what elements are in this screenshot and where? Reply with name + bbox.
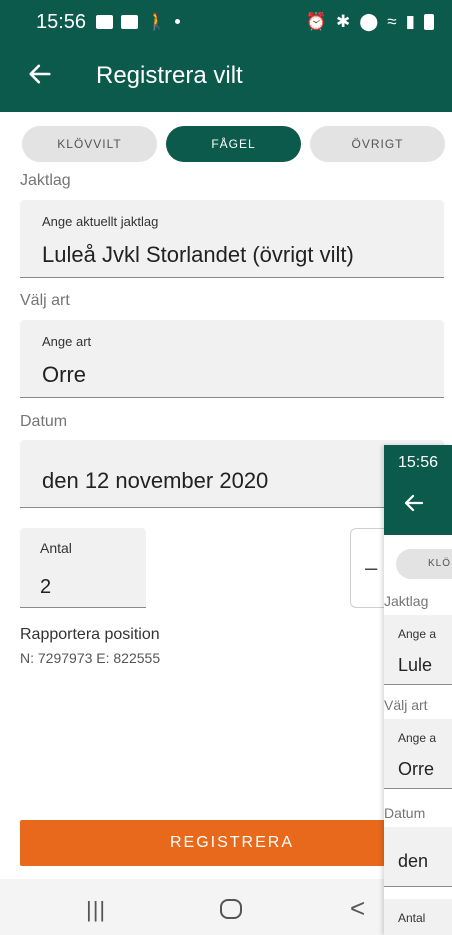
alarm-icon: ⏰ [305,12,328,31]
location-icon: ⬤ [359,12,379,31]
overlay-art-value: Orre [398,759,434,779]
overlay-status-time: 15:56 [398,454,439,471]
mail-icon [96,14,113,29]
overlay-datum-field[interactable]: den [384,827,452,887]
art-field-value: Orre [42,362,86,387]
overlay-section-valj-art: Välj art [384,697,428,713]
position-title: Rapportera position [20,626,160,643]
arrow-left-icon[interactable] [26,60,54,88]
overlay-jaktlag-field[interactable]: Ange a Lule [384,615,452,685]
overlay-app-bar [384,481,452,535]
overlay-jaktlag-value: Lule [398,655,433,675]
jaktlag-field-value: Luleå Jvkl Storlandet (övrigt vilt) [42,242,354,267]
tab-ovrigt[interactable]: ÖVRIGT [310,126,445,162]
overlay-jaktlag-label: Ange a [398,627,437,641]
image-icon [121,14,138,29]
battery-icon [424,13,434,30]
walking-icon: 🚶 [146,12,168,31]
app-bar: Registrera vilt [0,44,452,112]
art-field-label: Ange art [42,334,92,349]
chevron-left-icon[interactable]: < [350,893,365,924]
decrement-button[interactable]: – [365,555,377,581]
section-label-jaktlag: Jaktlag [20,172,71,189]
register-button[interactable]: REGISTRERA [20,820,444,866]
status-left-icons: 🚶 [96,12,181,31]
overlay-section-jaktlag: Jaktlag [384,593,429,609]
page-title: Registrera vilt [96,62,243,89]
overlay-screen: 15:56 KLÖ Jaktlag Ange a Lule Välj art A… [384,445,452,935]
status-bar: 15:56 🚶 ⏰ ✱ ⬤ ≈ ▮ [0,0,452,44]
art-field[interactable]: Ange art Orre [20,320,444,398]
wifi-icon: ≈ [387,12,397,31]
antal-field-value: 2 [40,576,52,598]
overlay-status-bar: 15:56 [384,445,452,481]
antal-field-label: Antal [40,540,72,556]
status-right-icons: ⏰ ✱ ⬤ ≈ ▮ [306,13,434,30]
datum-field[interactable]: den 12 november 2020 [20,440,444,508]
home-icon[interactable] [220,899,242,919]
antal-field[interactable]: Antal 2 [20,528,146,608]
overlay-tab-klovvilt[interactable]: KLÖ [396,549,452,579]
jaktlag-field[interactable]: Ange aktuellt jaktlag Luleå Jvkl Storlan… [20,200,444,278]
overlay-art-label: Ange a [398,731,437,745]
overlay-arrow-left-icon[interactable] [402,491,426,515]
more-dot-icon [175,19,181,24]
overlay-datum-value: den [398,851,429,871]
recent-apps-icon[interactable]: ||| [86,897,106,923]
status-time: 15:56 [36,11,87,33]
section-label-valj-art: Välj art [20,292,70,309]
overlay-antal-field[interactable]: Antal [384,899,452,935]
signal-icon: ▮ [405,12,415,31]
overlay-art-field[interactable]: Ange a Orre [384,719,452,789]
tab-fagel[interactable]: FÅGEL [166,126,301,162]
bluetooth-icon: ✱ [336,12,351,31]
datum-field-value: den 12 november 2020 [42,468,269,493]
category-tabs: KLÖVVILT FÅGEL ÖVRIGT [22,126,445,162]
tab-klovvilt[interactable]: KLÖVVILT [22,126,157,162]
section-label-datum: Datum [20,413,68,430]
position-coordinates: N: 7297973 E: 822555 [20,650,161,666]
overlay-section-datum: Datum [384,805,426,821]
overlay-antal-label: Antal [398,911,426,925]
jaktlag-field-label: Ange aktuellt jaktlag [42,214,159,229]
